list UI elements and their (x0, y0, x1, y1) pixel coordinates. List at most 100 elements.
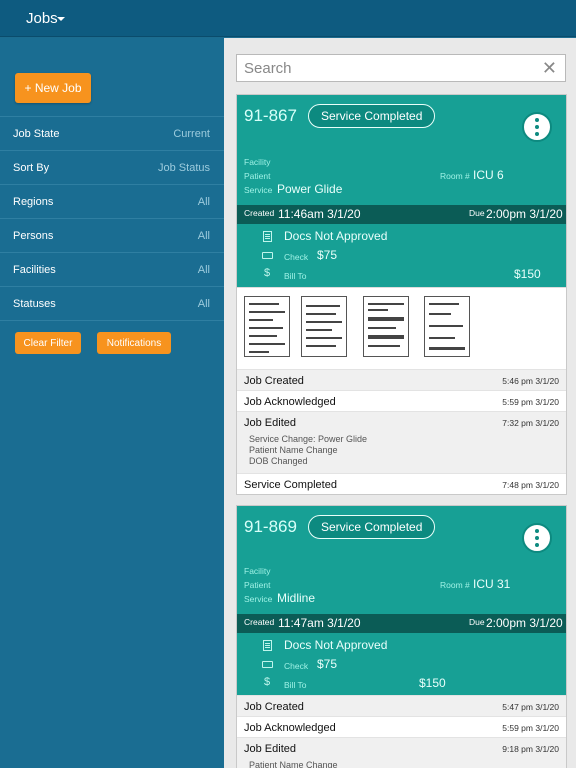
filter-label: Sort By (13, 161, 50, 174)
filter-label: Facilities (13, 263, 56, 276)
event-title: Job Acknowledged (244, 722, 336, 734)
check-label: Check (284, 661, 309, 671)
check-icon (262, 661, 273, 668)
event-row: Job Edited 9:18 pm 3/1/20 Patient Name C… (237, 737, 566, 768)
filter-sort-by[interactable]: Sort By Job Status (0, 151, 224, 185)
service-value: Midline (277, 591, 316, 605)
event-detail: Patient Name Change (249, 445, 338, 455)
due-label: Due (469, 617, 485, 627)
event-detail: Service Change: Power Glide (249, 434, 368, 444)
search-input[interactable]: Search ✕ (236, 54, 566, 82)
room-value: ICU 6 (473, 168, 504, 182)
due-value: 2:00pm 3/1/20 (486, 616, 563, 630)
status-badge: Service Completed (308, 515, 436, 539)
document-thumbnails (237, 287, 566, 369)
event-detail: Patient Name Change (249, 760, 338, 768)
event-title: Job Edited (244, 417, 296, 429)
dollar-icon: $ (264, 267, 271, 279)
docs-status: Docs Not Approved (284, 229, 388, 243)
event-row: Job Created 5:46 pm 3/1/20 (237, 369, 566, 390)
bill-amount: $150 (419, 676, 446, 690)
chevron-down-icon[interactable] (57, 17, 65, 21)
filter-job-state[interactable]: Job State Current (0, 117, 224, 151)
service-label: Service (244, 185, 273, 195)
event-row: Job Acknowledged 5:59 pm 3/1/20 (237, 716, 566, 737)
new-job-button[interactable]: + New Job (15, 73, 91, 103)
event-row: Job Acknowledged 5:59 pm 3/1/20 (237, 390, 566, 411)
filter-list: Job State Current Sort By Job Status Reg… (0, 116, 224, 321)
patient-label: Patient (244, 171, 271, 181)
event-title: Job Acknowledged (244, 396, 336, 408)
filter-statuses[interactable]: Statuses All (0, 287, 224, 321)
filter-label: Regions (13, 195, 54, 208)
created-value: 11:47am 3/1/20 (278, 616, 361, 630)
job-card-header: 91-869 Service Completed Facility Patien… (237, 506, 566, 695)
filter-persons[interactable]: Persons All (0, 219, 224, 253)
event-title: Job Created (244, 701, 304, 713)
event-row: Job Edited 7:32 pm 3/1/20 Service Change… (237, 411, 566, 473)
room-value: ICU 31 (473, 577, 511, 591)
job-card-header: 91-867 Service Completed Facility Patien… (237, 95, 566, 287)
room-label: Room # (440, 171, 470, 181)
filter-label: Statuses (13, 297, 56, 310)
top-bar: Jobs (0, 0, 576, 37)
document-thumbnail[interactable] (301, 296, 347, 357)
check-label: Check (284, 252, 309, 262)
event-title: Job Created (244, 375, 304, 387)
search-placeholder: Search (244, 60, 292, 77)
notifications-button[interactable]: Notifications (97, 332, 171, 354)
event-timestamp: 7:32 pm 3/1/20 (502, 418, 559, 428)
bill-to-label: Bill To (284, 271, 307, 281)
sidebar: + New Job Job State Current Sort By Job … (0, 38, 224, 768)
bill-amount: $150 (514, 267, 541, 281)
service-label: Service (244, 594, 273, 604)
dollar-icon: $ (264, 676, 271, 688)
filter-value: All (197, 263, 210, 276)
event-timestamp: 7:48 pm 3/1/20 (502, 480, 559, 490)
document-icon (263, 231, 272, 242)
service-value: Power Glide (277, 182, 343, 196)
status-badge: Service Completed (308, 104, 436, 128)
document-thumbnail[interactable] (363, 296, 409, 357)
document-thumbnail[interactable] (424, 296, 470, 357)
event-title: Job Edited (244, 743, 296, 755)
filter-regions[interactable]: Regions All (0, 185, 224, 219)
close-icon[interactable]: ✕ (542, 59, 557, 77)
filter-facilities[interactable]: Facilities All (0, 253, 224, 287)
event-timestamp: 5:47 pm 3/1/20 (502, 702, 559, 712)
created-value: 11:46am 3/1/20 (278, 207, 361, 221)
patient-label: Patient (244, 580, 271, 590)
check-icon (262, 252, 273, 259)
bill-to-label: Bill To (284, 680, 307, 690)
event-title: Service Completed (244, 479, 337, 491)
created-label: Created (244, 208, 275, 218)
document-thumbnail[interactable] (244, 296, 290, 357)
created-label: Created (244, 617, 275, 627)
job-card[interactable]: 91-867 Service Completed Facility Patien… (236, 94, 567, 495)
jobs-menu-title[interactable]: Jobs (26, 10, 58, 27)
filter-value: Job Status (158, 161, 210, 174)
more-options-icon[interactable] (522, 112, 552, 142)
due-value: 2:00pm 3/1/20 (486, 207, 563, 221)
docs-status: Docs Not Approved (284, 638, 388, 652)
filter-value: All (197, 297, 210, 310)
job-id: 91-869 (244, 517, 297, 536)
due-label: Due (469, 208, 485, 218)
check-amount: $75 (317, 248, 338, 262)
event-timestamp: 5:59 pm 3/1/20 (502, 397, 559, 407)
job-id: 91-867 (244, 106, 297, 125)
event-row: Job Created 5:47 pm 3/1/20 (237, 695, 566, 716)
event-timestamp: 9:18 pm 3/1/20 (502, 744, 559, 754)
event-detail: DOB Changed (249, 456, 308, 466)
check-amount: $75 (317, 657, 338, 671)
filter-value: Current (173, 127, 210, 140)
clear-filter-button[interactable]: Clear Filter (15, 332, 81, 354)
facility-label: Facility (244, 566, 271, 576)
filter-value: All (197, 195, 210, 208)
more-options-icon[interactable] (522, 523, 552, 553)
event-row: Service Completed 7:48 pm 3/1/20 (237, 473, 566, 494)
job-card[interactable]: 91-869 Service Completed Facility Patien… (236, 505, 567, 768)
document-icon (263, 640, 272, 651)
date-bar: Created 11:46am 3/1/20 Due 2:00pm 3/1/20 (237, 205, 566, 224)
job-list-panel: Search ✕ 91-867 Service Completed Facili… (224, 38, 576, 768)
